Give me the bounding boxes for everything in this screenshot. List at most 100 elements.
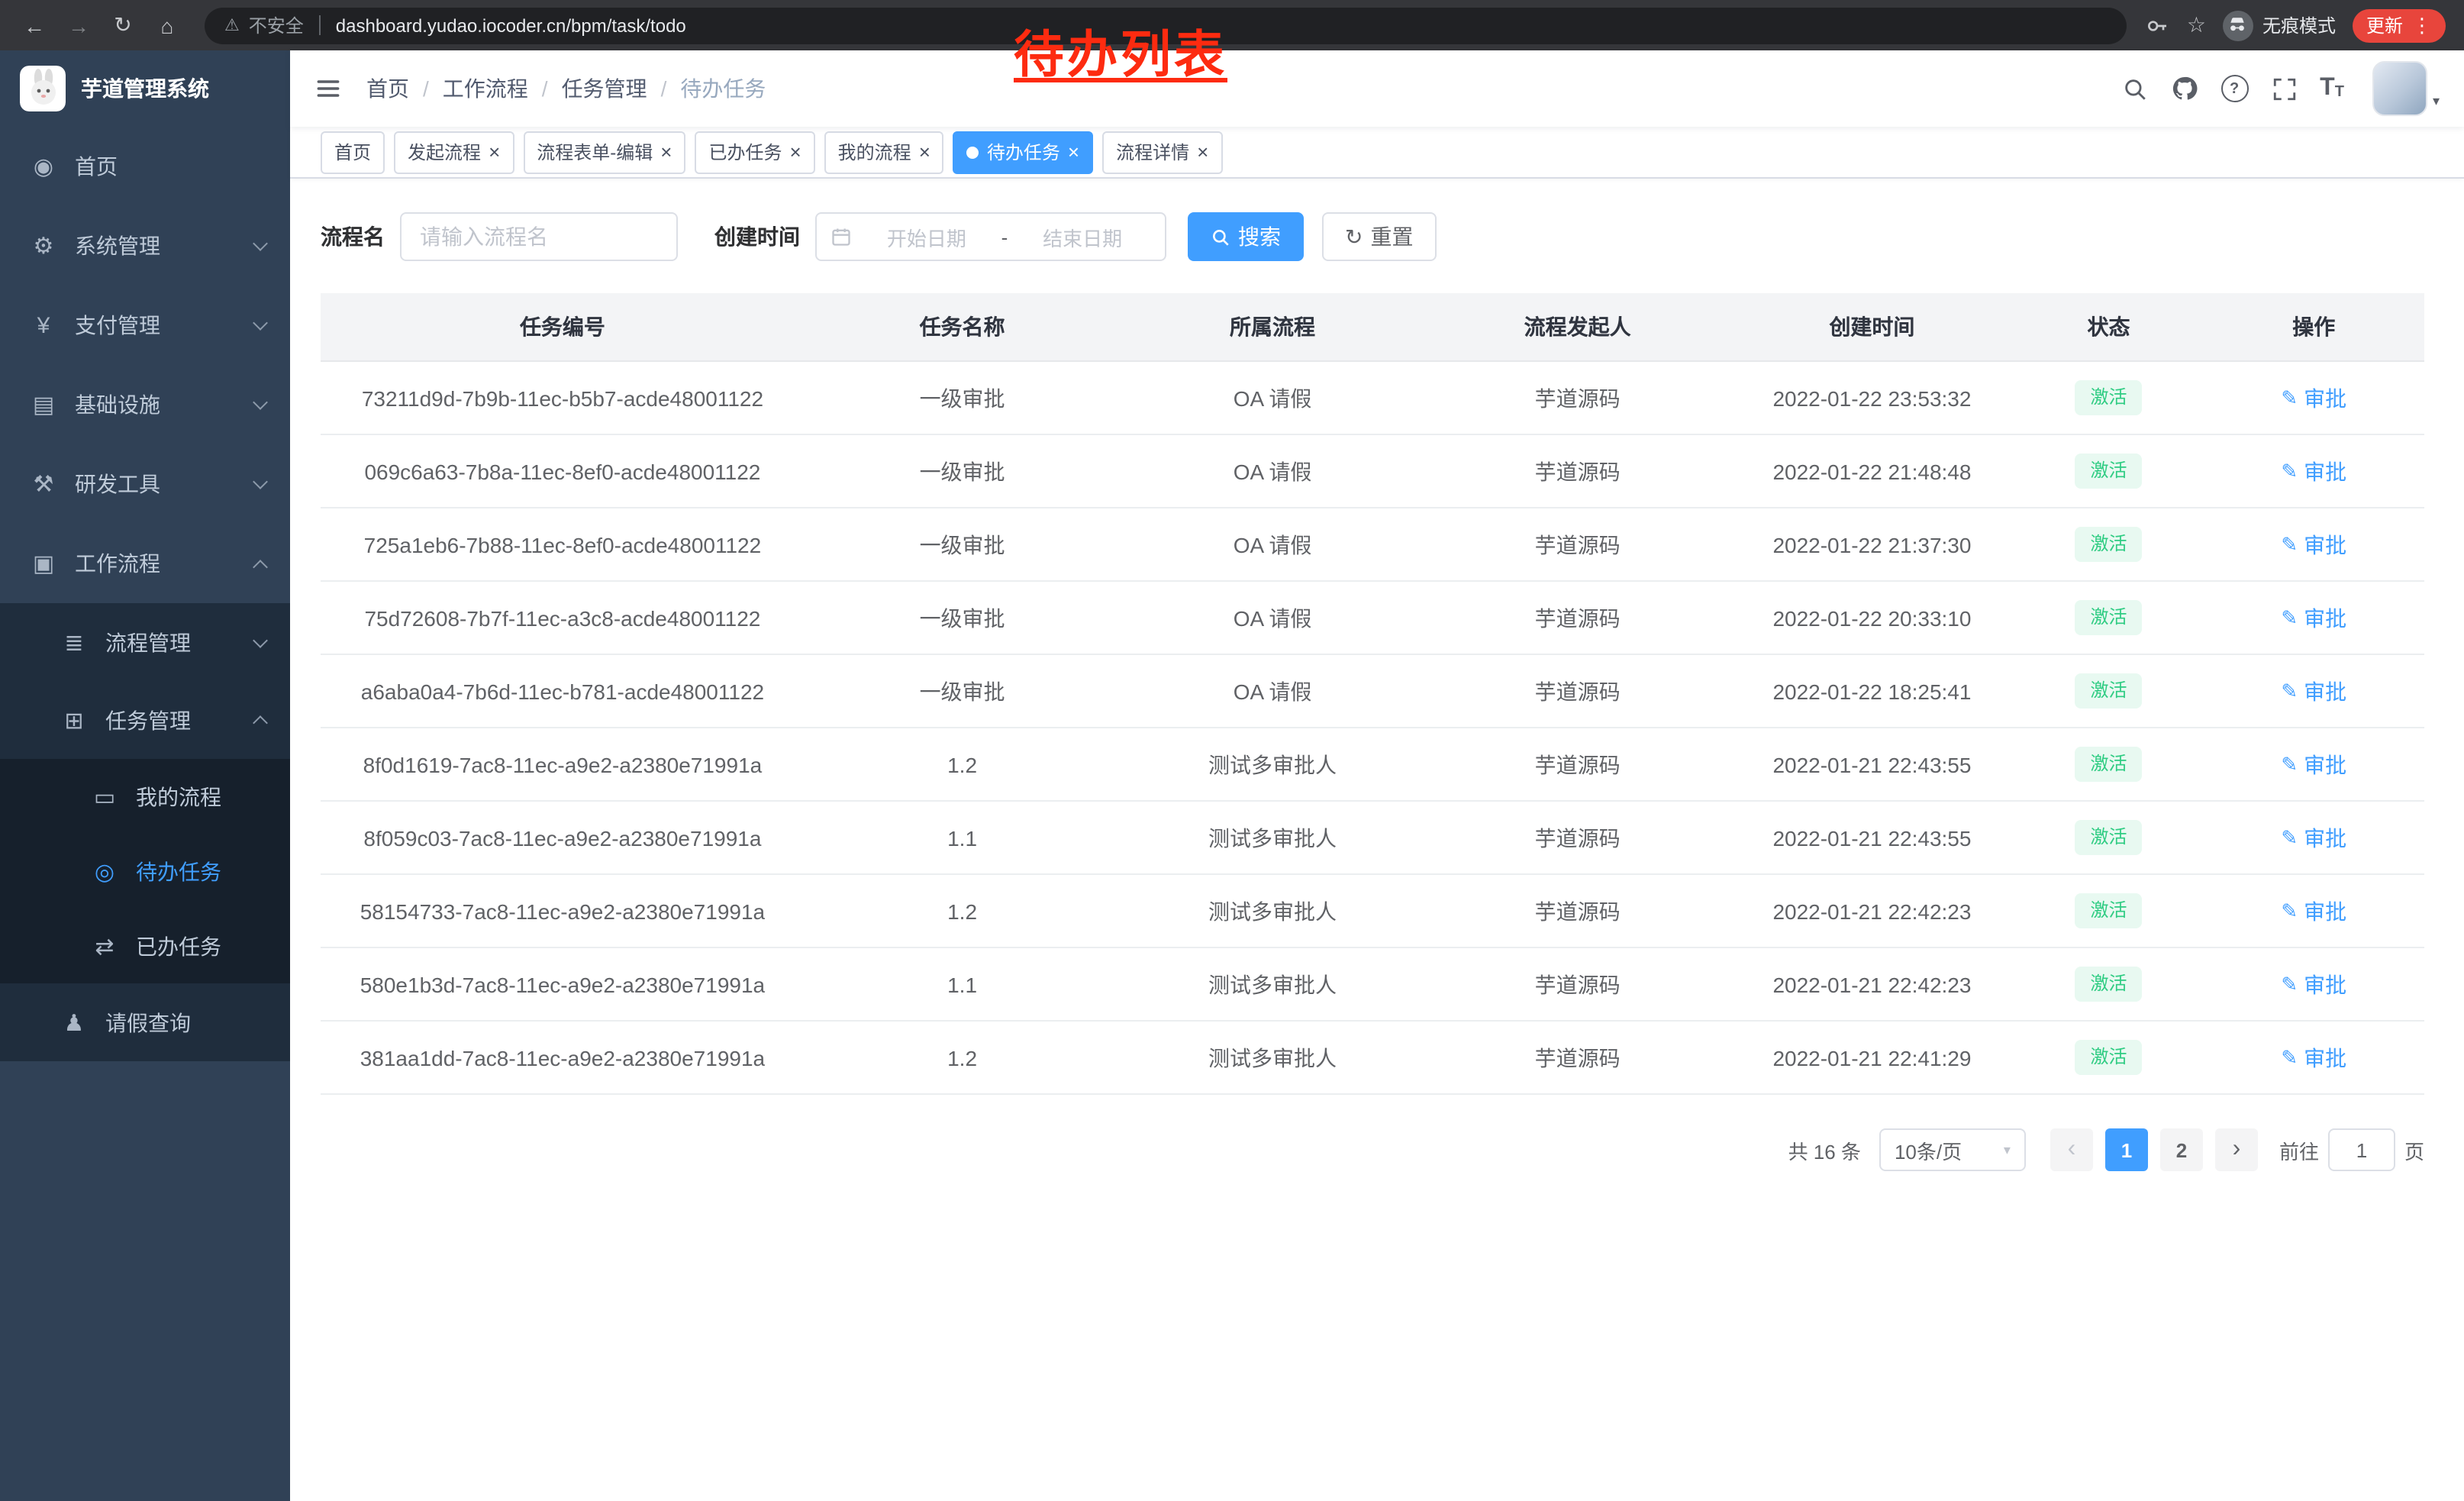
approve-button[interactable]: ✎审批 bbox=[2281, 676, 2346, 706]
cell-create-time: 2022-01-21 22:43:55 bbox=[1730, 801, 2014, 874]
sidebar-item-done-task[interactable]: ⇄ 已办任务 bbox=[0, 909, 290, 983]
font-size-icon[interactable]: TT bbox=[2320, 76, 2344, 101]
status-badge: 激活 bbox=[2075, 673, 2142, 709]
table-row: 725a1eb6-7b88-11ec-8ef0-acde48001122 一级审… bbox=[321, 508, 2424, 581]
approve-button[interactable]: ✎审批 bbox=[2281, 529, 2346, 560]
sidebar-item-task-mgmt[interactable]: ⊞ 任务管理 bbox=[0, 681, 290, 759]
address-bar[interactable]: ⚠ 不安全 dashboard.yudao.iocoder.cn/bpm/tas… bbox=[205, 7, 2127, 44]
close-icon[interactable]: × bbox=[489, 142, 500, 162]
approve-button[interactable]: ✎审批 bbox=[2281, 1042, 2346, 1073]
col-header-task-name: 任务名称 bbox=[805, 293, 1120, 361]
date-range-picker[interactable]: 开始日期 - 结束日期 bbox=[815, 212, 1166, 261]
col-header-create-time: 创建时间 bbox=[1730, 293, 2014, 361]
close-icon[interactable]: × bbox=[1068, 142, 1079, 162]
approve-action-label: 审批 bbox=[2304, 602, 2346, 633]
update-button[interactable]: 更新 ⋮ bbox=[2353, 8, 2446, 42]
sidebar-item-infrastructure[interactable]: ▤ 基础设施 bbox=[0, 365, 290, 444]
sidebar-item-devtools[interactable]: ⚒ 研发工具 bbox=[0, 444, 290, 524]
goto-page-input[interactable] bbox=[2328, 1128, 2395, 1171]
screenshot-stage: ← → ↻ ⌂ ⚠ 不安全 dashboard.yudao.iocoder.cn… bbox=[0, 0, 2464, 1501]
sidebar-item-process-mgmt[interactable]: ≣ 流程管理 bbox=[0, 603, 290, 681]
sidebar-item-todo-task[interactable]: ◎ 待办任务 bbox=[0, 834, 290, 909]
help-icon[interactable]: ? bbox=[2221, 75, 2248, 102]
page-size-select[interactable]: 10条/页 ▾ bbox=[1879, 1128, 2026, 1171]
sidebar-item-workflow[interactable]: ▣ 工作流程 bbox=[0, 524, 290, 603]
page-button-1[interactable]: 1 bbox=[2105, 1128, 2148, 1171]
arrows-icon: ⇄ bbox=[92, 932, 118, 960]
close-icon[interactable]: × bbox=[660, 142, 672, 162]
approve-button[interactable]: ✎审批 bbox=[2281, 822, 2346, 853]
reset-button-label: 重置 bbox=[1370, 221, 1413, 252]
approve-button[interactable]: ✎审批 bbox=[2281, 456, 2346, 486]
tab-label: 待办任务 bbox=[987, 139, 1060, 165]
tab-process-detail[interactable]: 流程详情 × bbox=[1102, 131, 1222, 173]
create-time-label: 创建时间 bbox=[714, 221, 800, 252]
tab-todo-task[interactable]: 待办任务 × bbox=[953, 131, 1093, 173]
github-icon[interactable] bbox=[2170, 75, 2198, 102]
process-name-input[interactable] bbox=[400, 212, 678, 261]
search-button[interactable]: 搜索 bbox=[1188, 212, 1304, 261]
breadcrumb-home[interactable]: 首页 bbox=[366, 73, 409, 104]
table-row: a6aba0a4-7b6d-11ec-b781-acde48001122 一级审… bbox=[321, 654, 2424, 728]
tab-label: 流程详情 bbox=[1116, 139, 1189, 165]
next-page-button[interactable]: › bbox=[2215, 1128, 2258, 1171]
sidebar-item-leave-query[interactable]: ♟ 请假查询 bbox=[0, 983, 290, 1061]
fullscreen-icon[interactable] bbox=[2271, 76, 2297, 102]
sidebar-item-system-mgmt[interactable]: ⚙ 系统管理 bbox=[0, 206, 290, 286]
cell-process: 测试多审批人 bbox=[1120, 947, 1425, 1021]
tab-home[interactable]: 首页 bbox=[321, 131, 385, 173]
avatar[interactable] bbox=[2373, 61, 2428, 116]
reset-button[interactable]: ↻ 重置 bbox=[1322, 212, 1436, 261]
close-icon[interactable]: × bbox=[919, 142, 930, 162]
breadcrumb: 首页 / 工作流程 / 任务管理 / 待办任务 bbox=[366, 73, 766, 104]
edit-icon: ✎ bbox=[2281, 828, 2298, 847]
cell-process: 测试多审批人 bbox=[1120, 1021, 1425, 1094]
cell-task-name: 1.2 bbox=[805, 874, 1120, 947]
approve-button[interactable]: ✎审批 bbox=[2281, 969, 2346, 999]
browser-back-icon[interactable]: ← bbox=[15, 6, 53, 44]
cell-starter: 芋道源码 bbox=[1425, 728, 1730, 801]
sidebar-toggle-icon[interactable] bbox=[314, 75, 342, 102]
sidebar-item-my-process[interactable]: ▭ 我的流程 bbox=[0, 759, 290, 834]
sidebar-item-home[interactable]: ◉ 首页 bbox=[0, 127, 290, 206]
app-logo-row[interactable]: 芋道管理系统 bbox=[0, 50, 290, 127]
approve-button[interactable]: ✎审批 bbox=[2281, 383, 2346, 413]
payment-icon: ¥ bbox=[31, 312, 56, 338]
cell-create-time: 2022-01-21 22:43:55 bbox=[1730, 728, 2014, 801]
breadcrumb-workflow[interactable]: 工作流程 bbox=[443, 73, 528, 104]
close-icon[interactable]: × bbox=[1197, 142, 1208, 162]
page-button-2[interactable]: 2 bbox=[2160, 1128, 2203, 1171]
browser-forward-icon[interactable]: → bbox=[60, 6, 98, 44]
browser-home-icon[interactable]: ⌂ bbox=[148, 6, 186, 44]
breadcrumb-task-mgmt[interactable]: 任务管理 bbox=[562, 73, 647, 104]
tab-start-process[interactable]: 发起流程 × bbox=[394, 131, 514, 173]
cell-status: 激活 bbox=[2014, 728, 2203, 801]
search-icon[interactable] bbox=[2121, 76, 2147, 102]
tab-done-task[interactable]: 已办任务 × bbox=[695, 131, 814, 173]
password-key-icon[interactable] bbox=[2146, 13, 2170, 37]
cell-starter: 芋道源码 bbox=[1425, 508, 1730, 581]
browser-reload-icon[interactable]: ↻ bbox=[104, 6, 142, 44]
cell-task-id: 8f0d1619-7ac8-11ec-a9e2-a2380e71991a bbox=[321, 728, 805, 801]
sidebar-item-label: 工作流程 bbox=[75, 548, 237, 579]
approve-button[interactable]: ✎审批 bbox=[2281, 749, 2346, 780]
cell-task-name: 一级审批 bbox=[805, 654, 1120, 728]
task-branch-icon: ⊞ bbox=[61, 706, 87, 734]
cell-starter: 芋道源码 bbox=[1425, 801, 1730, 874]
user-menu[interactable]: ▾ bbox=[2373, 61, 2440, 116]
approve-button[interactable]: ✎审批 bbox=[2281, 896, 2346, 926]
cell-action: ✎审批 bbox=[2204, 361, 2425, 434]
status-badge: 激活 bbox=[2075, 380, 2142, 415]
prev-page-button[interactable]: ‹ bbox=[2050, 1128, 2093, 1171]
close-icon[interactable]: × bbox=[789, 142, 801, 162]
approve-action-label: 审批 bbox=[2304, 1042, 2346, 1073]
tab-process-form-edit[interactable]: 流程表单-编辑 × bbox=[523, 131, 685, 173]
sidebar-item-payment-mgmt[interactable]: ¥ 支付管理 bbox=[0, 286, 290, 365]
approve-button[interactable]: ✎审批 bbox=[2281, 602, 2346, 633]
bookmark-star-icon[interactable]: ☆ bbox=[2187, 12, 2206, 38]
kebab-menu-icon[interactable]: ⋮ bbox=[2412, 13, 2432, 37]
status-badge: 激活 bbox=[2075, 967, 2142, 1002]
cell-starter: 芋道源码 bbox=[1425, 434, 1730, 508]
tab-my-process[interactable]: 我的流程 × bbox=[824, 131, 944, 173]
cell-starter: 芋道源码 bbox=[1425, 1021, 1730, 1094]
